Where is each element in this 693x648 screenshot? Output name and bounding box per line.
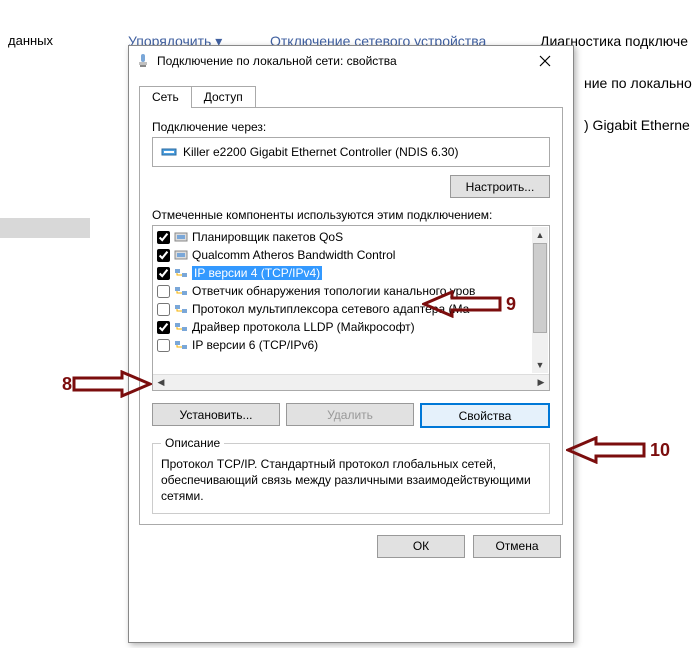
- annotation-label: 8: [62, 374, 72, 395]
- configure-button[interactable]: Настроить...: [450, 175, 550, 198]
- window-title: Подключение по локальной сети: свойства: [157, 54, 397, 68]
- network-protocol-icon: [174, 302, 188, 316]
- list-item-label: Драйвер протокола LLDP (Майкрософт): [192, 320, 415, 334]
- checkbox[interactable]: [157, 249, 170, 262]
- adapter-icon: [161, 144, 177, 160]
- annotation-label: 10: [650, 440, 670, 461]
- list-item-ipv6[interactable]: IP версии 6 (TCP/IPv6): [157, 336, 533, 354]
- tab-network[interactable]: Сеть: [139, 86, 192, 107]
- checkbox[interactable]: [157, 285, 170, 298]
- adapter-name: Killer e2200 Gigabit Ethernet Controller…: [183, 145, 458, 159]
- network-protocol-icon: [174, 320, 188, 334]
- tab-strip: Сеть Доступ: [139, 86, 563, 108]
- network-protocol-icon: [174, 284, 188, 298]
- scroll-track[interactable]: [169, 375, 533, 390]
- properties-dialog: Подключение по локальной сети: свойства …: [128, 45, 574, 643]
- properties-button[interactable]: Свойства: [420, 403, 550, 428]
- list-item[interactable]: Драйвер протокола LLDP (Майкрософт): [157, 318, 533, 336]
- network-protocol-icon: [174, 338, 188, 352]
- description-text: Протокол TCP/IP. Стандартный протокол гл…: [161, 456, 541, 505]
- checkbox[interactable]: [157, 303, 170, 316]
- annotation-label: 9: [506, 294, 516, 315]
- list-item-ipv4[interactable]: IP версии 4 (TCP/IPv4): [157, 264, 533, 282]
- checkbox[interactable]: [157, 321, 170, 334]
- annotation-10: 10: [566, 436, 670, 464]
- network-protocol-icon: [174, 266, 188, 280]
- annotation-8: 8: [62, 370, 152, 398]
- network-icon: [135, 53, 151, 69]
- tab-access[interactable]: Доступ: [191, 86, 256, 107]
- arrow-left-icon: [566, 436, 646, 464]
- background-highlight: [0, 218, 90, 238]
- list-item-label: IP версии 4 (TCP/IPv4): [192, 266, 322, 280]
- component-icon: [174, 248, 188, 262]
- bg-text-connection: ние по локально: [584, 75, 692, 91]
- connect-label: Подключение через:: [152, 120, 550, 134]
- scroll-up-arrow[interactable]: ▲: [532, 227, 548, 243]
- description-legend: Описание: [161, 436, 224, 450]
- scroll-thumb[interactable]: [533, 243, 547, 333]
- scroll-down-arrow[interactable]: ▼: [532, 357, 548, 373]
- vertical-scrollbar[interactable]: ▲ ▼: [532, 227, 548, 373]
- components-label: Отмеченные компоненты используются этим …: [152, 208, 550, 222]
- arrow-left-icon: [422, 290, 502, 318]
- checkbox[interactable]: [157, 231, 170, 244]
- list-item-label: IP версии 6 (TCP/IPv6): [192, 338, 318, 352]
- list-item-label: Планировщик пакетов QoS: [192, 230, 343, 244]
- scroll-right-arrow[interactable]: ▶: [533, 376, 549, 390]
- component-icon: [174, 230, 188, 244]
- bg-text-ethernet: ) Gigabit Etherne: [584, 117, 690, 133]
- list-item[interactable]: Qualcomm Atheros Bandwidth Control: [157, 246, 533, 264]
- scroll-left-arrow[interactable]: ◀: [153, 376, 169, 390]
- adapter-box: Killer e2200 Gigabit Ethernet Controller…: [152, 137, 550, 167]
- arrow-right-icon: [72, 370, 152, 398]
- cancel-button[interactable]: Отмена: [473, 535, 561, 558]
- description-group: Описание Протокол TCP/IP. Стандартный пр…: [152, 436, 550, 514]
- checkbox[interactable]: [157, 339, 170, 352]
- annotation-9: 9: [422, 290, 516, 318]
- titlebar: Подключение по локальной сети: свойства: [129, 46, 573, 76]
- checkbox[interactable]: [157, 267, 170, 280]
- list-item[interactable]: Планировщик пакетов QoS: [157, 228, 533, 246]
- install-button[interactable]: Установить...: [152, 403, 280, 426]
- close-button[interactable]: [523, 47, 567, 75]
- ok-button[interactable]: ОК: [377, 535, 465, 558]
- remove-button: Удалить: [286, 403, 414, 426]
- bg-text: данных: [8, 33, 53, 48]
- horizontal-scrollbar[interactable]: ◀ ▶: [153, 374, 549, 390]
- list-item-label: Qualcomm Atheros Bandwidth Control: [192, 248, 395, 262]
